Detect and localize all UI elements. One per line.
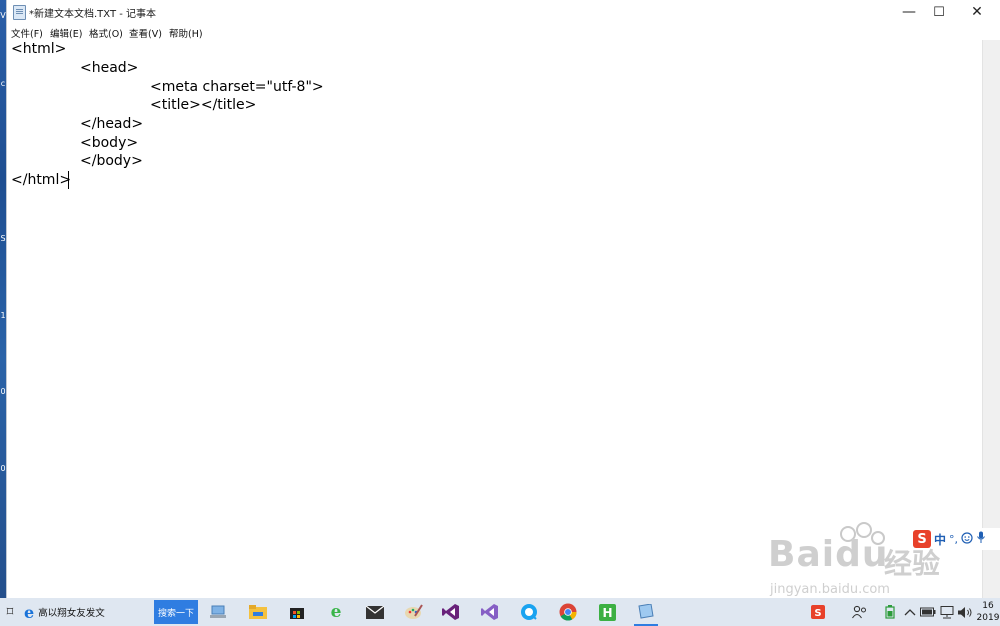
file-explorer-icon[interactable] [248,602,268,622]
sogou-tray-icon[interactable]: S [808,602,828,622]
window-title: *新建文本文档.TXT - 记事本 [29,9,157,20]
menu-view[interactable]: 查看(V) [129,26,162,40]
volume-icon[interactable] [955,602,975,622]
editor-line: <head> [80,60,139,76]
ie-icon: e [24,602,35,622]
ime-toolbar[interactable]: S 中 °, [913,528,1000,550]
task-view-icon: ⌑ [6,604,14,620]
menu-help[interactable]: 帮助(H) [169,26,203,40]
battery-tray-icon[interactable] [880,602,900,622]
close-button[interactable]: ✕ [959,0,995,24]
ime-mode-toggle[interactable]: 中 [934,531,946,548]
svg-text:S: S [814,608,821,619]
menu-format[interactable]: 格式(O) [89,26,123,40]
menu-file[interactable]: 文件(F) [11,26,43,40]
hbuilder-icon[interactable]: H [597,602,617,622]
qq-browser-icon[interactable] [519,602,539,622]
svg-text:H: H [602,606,612,620]
network-icon[interactable] [937,602,957,622]
notepad-icon [13,5,26,20]
vs-code-icon[interactable] [480,602,500,622]
store-icon[interactable] [287,602,307,622]
maximize-button[interactable]: ☐ [921,0,957,24]
clock-time: 16 [982,601,994,611]
computer-icon[interactable] [209,602,229,622]
editor-line: </head> [80,116,144,132]
people-icon[interactable] [850,602,870,622]
task-view-button[interactable]: ⌑ [0,602,20,622]
title-bar[interactable]: *新建文本文档.TXT - 记事本 — ☐ ✕ [7,0,1000,24]
microphone-icon[interactable] [976,531,986,547]
search-button[interactable]: 搜索一下 [154,600,198,624]
text-editor[interactable]: <html> <head> <meta charset="utf-8"> <ti… [7,40,982,598]
taskbar: ⌑ e 高以翔女友发文 搜索一下 e H S 16 2019 [0,598,1000,626]
maximize-icon: ☐ [933,4,945,20]
mail-icon[interactable] [365,602,385,622]
browser-task-label: 高以翔女友发文 [38,608,105,619]
clock-date: 2019 [976,613,1000,623]
editor-line: </html> [11,172,72,188]
battery-icon[interactable] [918,602,938,622]
browser-task-item[interactable]: e 高以翔女友发文 [24,600,152,624]
emoji-icon[interactable] [961,531,973,547]
ie-browser-icon[interactable]: e [326,602,346,622]
close-icon: ✕ [971,4,983,20]
vertical-scrollbar[interactable] [982,40,1000,598]
notepad-window: *新建文本文档.TXT - 记事本 — ☐ ✕ 文件(F) 编辑(E) 格式(O… [6,0,1000,598]
editor-line: <title></title> [150,97,257,113]
minimize-icon: — [902,4,916,20]
ime-punctuation-toggle[interactable]: °, [949,533,958,546]
menu-bar: 文件(F) 编辑(E) 格式(O) 查看(V) 帮助(H) [7,24,1000,40]
chevron-up-icon[interactable] [900,602,920,622]
paint-icon[interactable] [404,602,424,622]
text-caret [68,171,69,189]
editor-line: <body> [80,135,139,151]
visual-studio-icon[interactable] [441,602,461,622]
notepad-taskbar-icon[interactable] [636,602,656,622]
editor-line: <html> [11,41,67,57]
editor-line: <meta charset="utf-8"> [150,79,324,95]
sogou-logo-icon[interactable]: S [913,530,931,548]
editor-line: </body> [80,153,143,169]
menu-edit[interactable]: 编辑(E) [50,26,82,40]
chrome-icon[interactable] [558,602,578,622]
system-clock[interactable]: 16 2019 [976,600,1000,624]
